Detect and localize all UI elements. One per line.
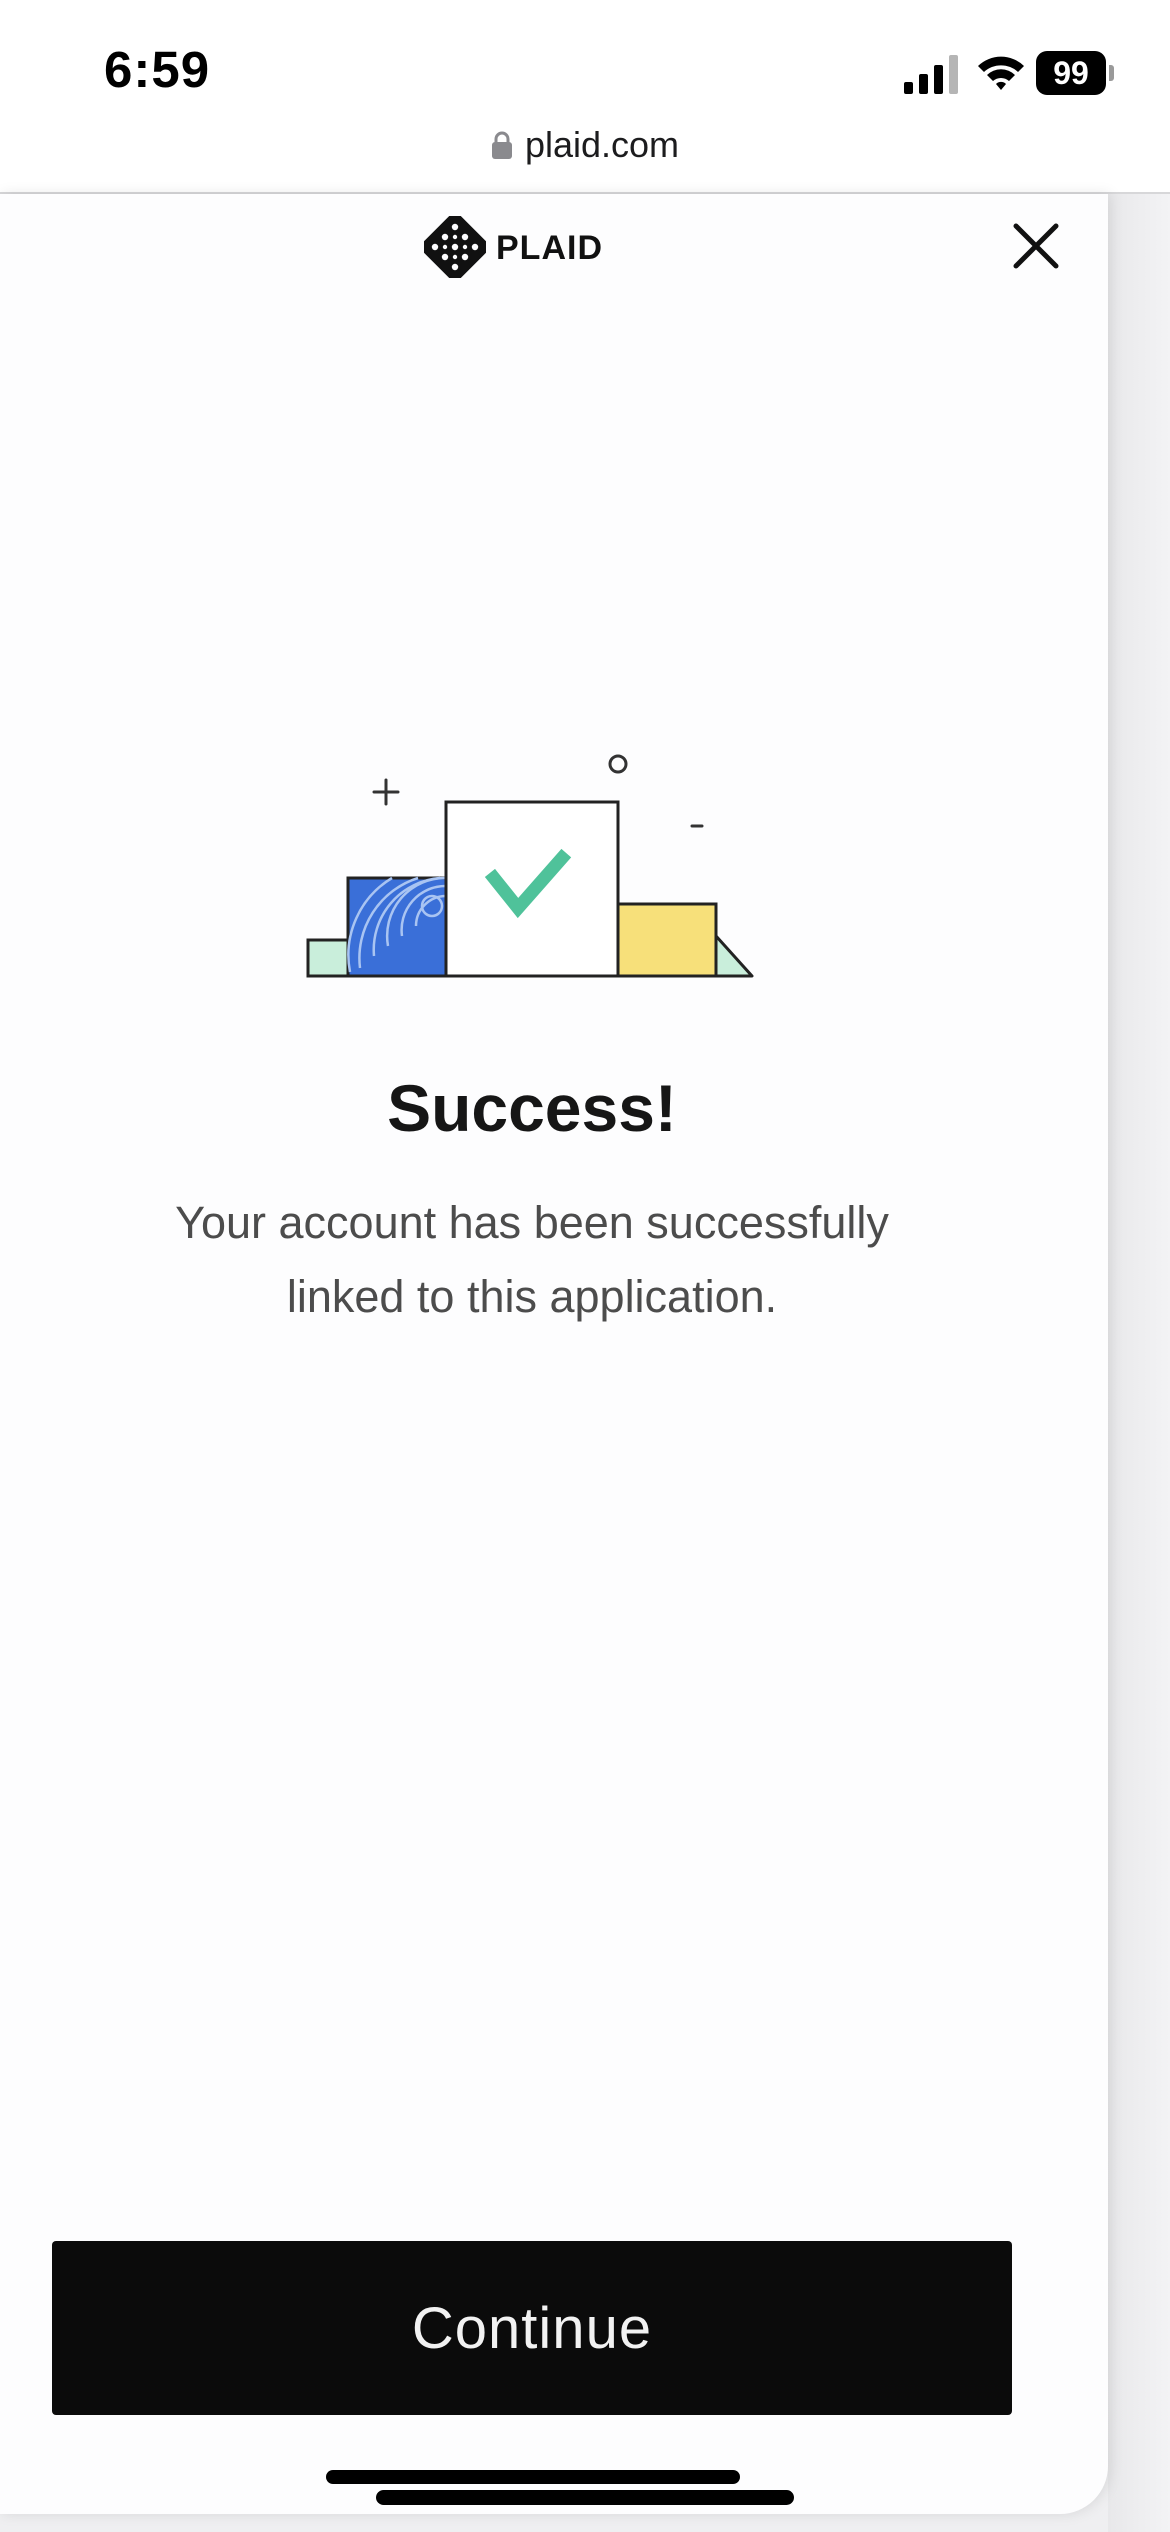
success-message: Your account has been successfully linked… bbox=[100, 1186, 964, 1334]
success-title: Success! bbox=[387, 1071, 677, 1145]
status-bar: 6:59 99 bbox=[0, 0, 1170, 135]
status-time: 6:59 bbox=[104, 41, 211, 98]
home-indicator[interactable] bbox=[376, 2490, 794, 2505]
lock-icon bbox=[491, 131, 512, 159]
address-bar[interactable]: plaid.com bbox=[0, 118, 1170, 194]
modal-home-indicator bbox=[326, 2470, 740, 2484]
plaid-link-modal: PLAID Success! Your account has been suc… bbox=[0, 194, 1108, 2514]
success-message-line-1: Your account has been successfully bbox=[175, 1197, 889, 1248]
plaid-logo-icon bbox=[424, 216, 486, 278]
wifi-icon bbox=[978, 56, 1024, 90]
battery-icon: 99 bbox=[1036, 51, 1116, 95]
close-icon bbox=[1013, 223, 1059, 269]
mint-block bbox=[306, 938, 350, 978]
success-illustration bbox=[306, 754, 754, 978]
url-text: plaid.com bbox=[524, 124, 680, 165]
battery-cap bbox=[1109, 65, 1114, 81]
plaid-wordmark: PLAID bbox=[496, 229, 603, 267]
plus-sparkle-icon bbox=[372, 778, 400, 806]
close-button[interactable] bbox=[1008, 218, 1064, 274]
cellular-signal-icon bbox=[904, 55, 958, 94]
blue-block bbox=[346, 876, 448, 978]
yellow-block bbox=[616, 902, 718, 978]
battery-level: 99 bbox=[1036, 51, 1106, 95]
circle-sparkle-icon bbox=[608, 754, 628, 774]
mint-triangle bbox=[714, 934, 754, 978]
success-message-line-2: linked to this application. bbox=[286, 1271, 778, 1322]
continue-button[interactable]: Continue bbox=[52, 2241, 1012, 2415]
url-display[interactable]: plaid.com bbox=[0, 124, 1170, 166]
background-page-edge bbox=[1108, 194, 1170, 2532]
